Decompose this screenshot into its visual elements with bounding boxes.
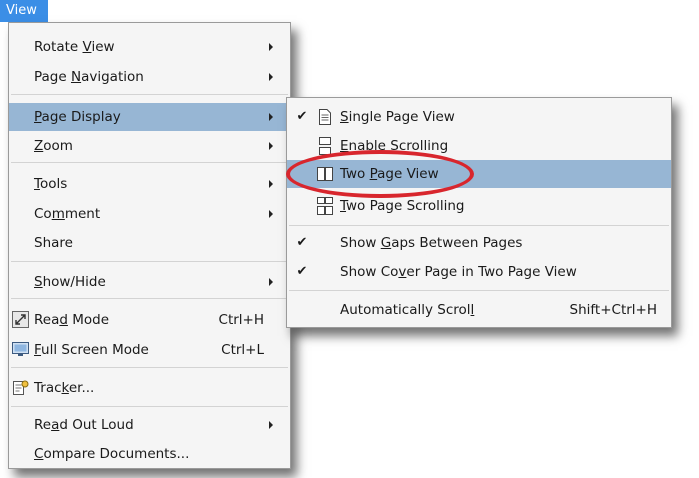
menu-separator	[11, 367, 288, 368]
menu-item-two-page-scrolling[interactable]: Two Page Scrolling	[287, 192, 671, 220]
menu-separator	[11, 94, 288, 95]
menu-separator	[11, 261, 288, 262]
full-screen-icon	[12, 342, 29, 356]
menu-item-label: Automatically Scroll	[340, 302, 475, 318]
view-menu[interactable]: View	[0, 0, 48, 22]
menu-item-label: Show/Hide	[34, 274, 106, 290]
menu-item-label: Read Mode	[34, 312, 110, 328]
menu-item-label: Rotate View	[34, 39, 115, 55]
menu-item-label: Read Out Loud	[34, 417, 134, 433]
menu-item-label: Full Screen Mode	[34, 342, 149, 358]
menu-item-label: Two Page Scrolling	[340, 198, 465, 214]
shortcut-label: Ctrl+H	[218, 312, 264, 328]
menu-item-show-hide[interactable]: Show/Hide	[9, 268, 290, 296]
submenu-arrow-icon	[269, 180, 273, 188]
submenu-arrow-icon	[269, 73, 273, 81]
read-mode-icon	[12, 311, 29, 328]
menu-item-label: Page Display	[34, 109, 121, 125]
shortcut-label: Ctrl+L	[221, 342, 264, 358]
menu-item-label: Zoom	[34, 138, 73, 154]
menu-item-label: Single Page View	[340, 109, 455, 125]
check-icon: ✔	[296, 264, 308, 279]
menu-item-show-cover-page[interactable]: ✔ Show Cover Page in Two Page View	[287, 258, 671, 286]
menu-item-label: Share	[34, 235, 73, 251]
menu-separator	[289, 290, 669, 291]
menu-item-label: Show Gaps Between Pages	[340, 235, 523, 251]
menu-item-page-display[interactable]: Page Display	[9, 103, 290, 131]
menu-item-tools[interactable]: Tools	[9, 170, 290, 198]
menu-item-single-page-view[interactable]: ✔ Single Page View	[287, 103, 671, 131]
menu-item-tracker[interactable]: Tracker...	[9, 374, 290, 402]
submenu-arrow-icon	[269, 210, 273, 218]
menu-item-label: Show Cover Page in Two Page View	[340, 264, 577, 280]
check-icon: ✔	[296, 109, 308, 124]
menu-item-compare-documents[interactable]: Compare Documents...	[9, 440, 290, 468]
submenu-arrow-icon	[269, 113, 273, 121]
menu-item-label: Tools	[34, 176, 68, 192]
menu-separator	[11, 406, 288, 407]
shortcut-label: Shift+Ctrl+H	[569, 302, 657, 318]
menu-item-page-navigation[interactable]: Page Navigation	[9, 63, 290, 91]
menu-item-two-page-view[interactable]: Two Page View	[287, 160, 671, 188]
menu-item-share[interactable]: Share	[9, 229, 290, 257]
check-icon: ✔	[296, 235, 308, 250]
menu-item-label: Page Navigation	[34, 69, 144, 85]
menu-item-rotate-view[interactable]: Rotate View	[9, 33, 290, 61]
menu-item-comment[interactable]: Comment	[9, 200, 290, 228]
scrolling-icon	[319, 137, 331, 155]
menu-separator	[11, 162, 288, 163]
menu-item-label: Tracker...	[34, 380, 95, 396]
submenu-arrow-icon	[269, 421, 273, 429]
tracker-icon	[13, 380, 29, 395]
menu-item-read-mode[interactable]: Read Mode Ctrl+H	[9, 306, 290, 334]
menu-separator	[11, 298, 288, 299]
menu-item-zoom[interactable]: Zoom	[9, 132, 290, 160]
menu-item-label: Comment	[34, 206, 101, 222]
submenu-arrow-icon	[269, 278, 273, 286]
menu-separator	[289, 225, 669, 226]
submenu-arrow-icon	[269, 142, 273, 150]
menu-item-full-screen-mode[interactable]: Full Screen Mode Ctrl+L	[9, 336, 290, 364]
menu-item-show-gaps[interactable]: ✔ Show Gaps Between Pages	[287, 229, 671, 257]
page-display-submenu: ✔ Single Page View Enable Scrolling Two …	[286, 97, 672, 328]
menu-item-label: Enable Scrolling	[340, 138, 449, 154]
submenu-arrow-icon	[269, 43, 273, 51]
two-page-scrolling-icon	[317, 197, 333, 215]
menu-item-label: Two Page View	[340, 166, 439, 182]
view-dropdown-menu: Rotate View Page Navigation Page Display…	[8, 22, 291, 469]
menu-item-automatically-scroll[interactable]: Automatically Scroll Shift+Ctrl+H	[287, 296, 671, 324]
menu-item-enable-scrolling[interactable]: Enable Scrolling	[287, 132, 671, 160]
menu-item-label: Compare Documents...	[34, 446, 190, 462]
two-page-icon	[317, 167, 333, 181]
single-page-icon	[319, 109, 331, 125]
menu-item-read-out-loud[interactable]: Read Out Loud	[9, 411, 290, 439]
